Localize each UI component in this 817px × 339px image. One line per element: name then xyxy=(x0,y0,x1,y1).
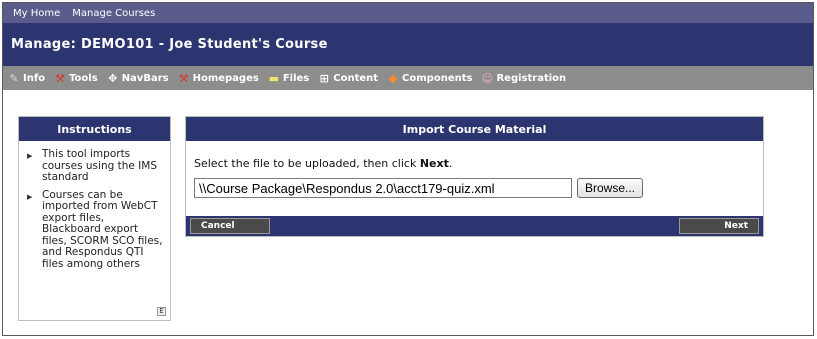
manage-courses-link[interactable]: Manage Courses xyxy=(72,8,155,19)
toolbar-item-label: Content xyxy=(333,72,379,84)
top-navigation: My Home Manage Courses xyxy=(3,3,813,23)
import-panel: Import Course Material Select the file t… xyxy=(185,116,764,237)
toolbar-item-label: NavBars xyxy=(121,72,169,84)
toolbar-item-files[interactable]: ▬ Files xyxy=(268,71,310,85)
wrench-icon: ⚒ xyxy=(55,71,65,85)
cancel-button[interactable]: Cancel xyxy=(190,218,270,234)
file-path-input[interactable]: \\Course Package\Respondus 2.0\acct179-q… xyxy=(194,178,572,198)
toolbar-item-tools[interactable]: ⚒ Tools xyxy=(54,73,98,84)
sidebar-title: Instructions xyxy=(19,117,170,141)
instruction-text: This tool imports courses using the IMS … xyxy=(42,148,157,183)
panel-action-bar: Cancel Next xyxy=(186,216,763,236)
sitemap-icon: ⊞ xyxy=(319,71,329,85)
toolbar-item-content[interactable]: ⊞ Content xyxy=(318,73,378,84)
toolbar-item-label: Components xyxy=(402,72,473,84)
toolbar-item-registration[interactable]: ☺ Registration xyxy=(481,73,566,84)
instruction-next-word: Next xyxy=(419,157,449,170)
edit-sidebar-icon[interactable]: E xyxy=(157,307,166,316)
list-item: ▶ Courses can be imported from WebCT exp… xyxy=(27,188,164,271)
wrench-icon: ⚒ xyxy=(178,71,189,85)
course-toolbar: ✎ Info ⚒ Tools ✥ NavBars ⚒ Homepages ▬ F… xyxy=(3,66,813,90)
instructions-sidebar: Instructions ▶ This tool imports courses… xyxy=(18,116,171,321)
instruction-suffix: . xyxy=(448,157,453,170)
list-item: ▶ This tool imports courses using the IM… xyxy=(27,148,164,184)
upload-instruction: Select the file to be uploaded, then cli… xyxy=(194,157,452,170)
instruction-prefix: Select the file to be uploaded, then cli… xyxy=(194,157,420,170)
toolbar-item-label: Tools xyxy=(69,72,98,84)
instructions-list: ▶ This tool imports courses using the IM… xyxy=(19,141,170,270)
edit-icon: ✎ xyxy=(9,71,19,85)
toolbar-item-navbars[interactable]: ✥ NavBars xyxy=(107,73,169,84)
browse-button[interactable]: Browse... xyxy=(577,178,643,198)
browser-page: My Home Manage Courses Manage: DEMO101 -… xyxy=(2,2,814,336)
panel-title: Import Course Material xyxy=(186,117,763,141)
my-home-link[interactable]: My Home xyxy=(13,8,60,19)
toolbar-item-info[interactable]: ✎ Info xyxy=(8,73,45,84)
page-title: Manage: DEMO101 - Joe Student's Course xyxy=(11,37,328,52)
instruction-text: Courses can be imported from WebCT expor… xyxy=(42,188,163,270)
toolbar-item-homepages[interactable]: ⚒ Homepages xyxy=(178,73,259,84)
people-icon: ☺ xyxy=(481,71,494,85)
toolbar-item-label: Homepages xyxy=(192,72,259,84)
toolbar-item-label: Info xyxy=(23,72,46,84)
toolbar-item-label: Registration xyxy=(496,72,567,84)
next-button[interactable]: Next xyxy=(679,218,759,234)
bullet-arrow-icon: ▶ xyxy=(27,192,33,201)
components-icon: ◆ xyxy=(388,71,398,85)
folder-icon: ▬ xyxy=(268,71,280,85)
course-title-bar: Manage: DEMO101 - Joe Student's Course xyxy=(3,23,813,66)
toolbar-item-components[interactable]: ◆ Components xyxy=(387,71,473,85)
toolbar-item-label: Files xyxy=(282,72,310,84)
move-arrows-icon: ✥ xyxy=(108,71,118,85)
bullet-arrow-icon: ▶ xyxy=(27,152,33,160)
